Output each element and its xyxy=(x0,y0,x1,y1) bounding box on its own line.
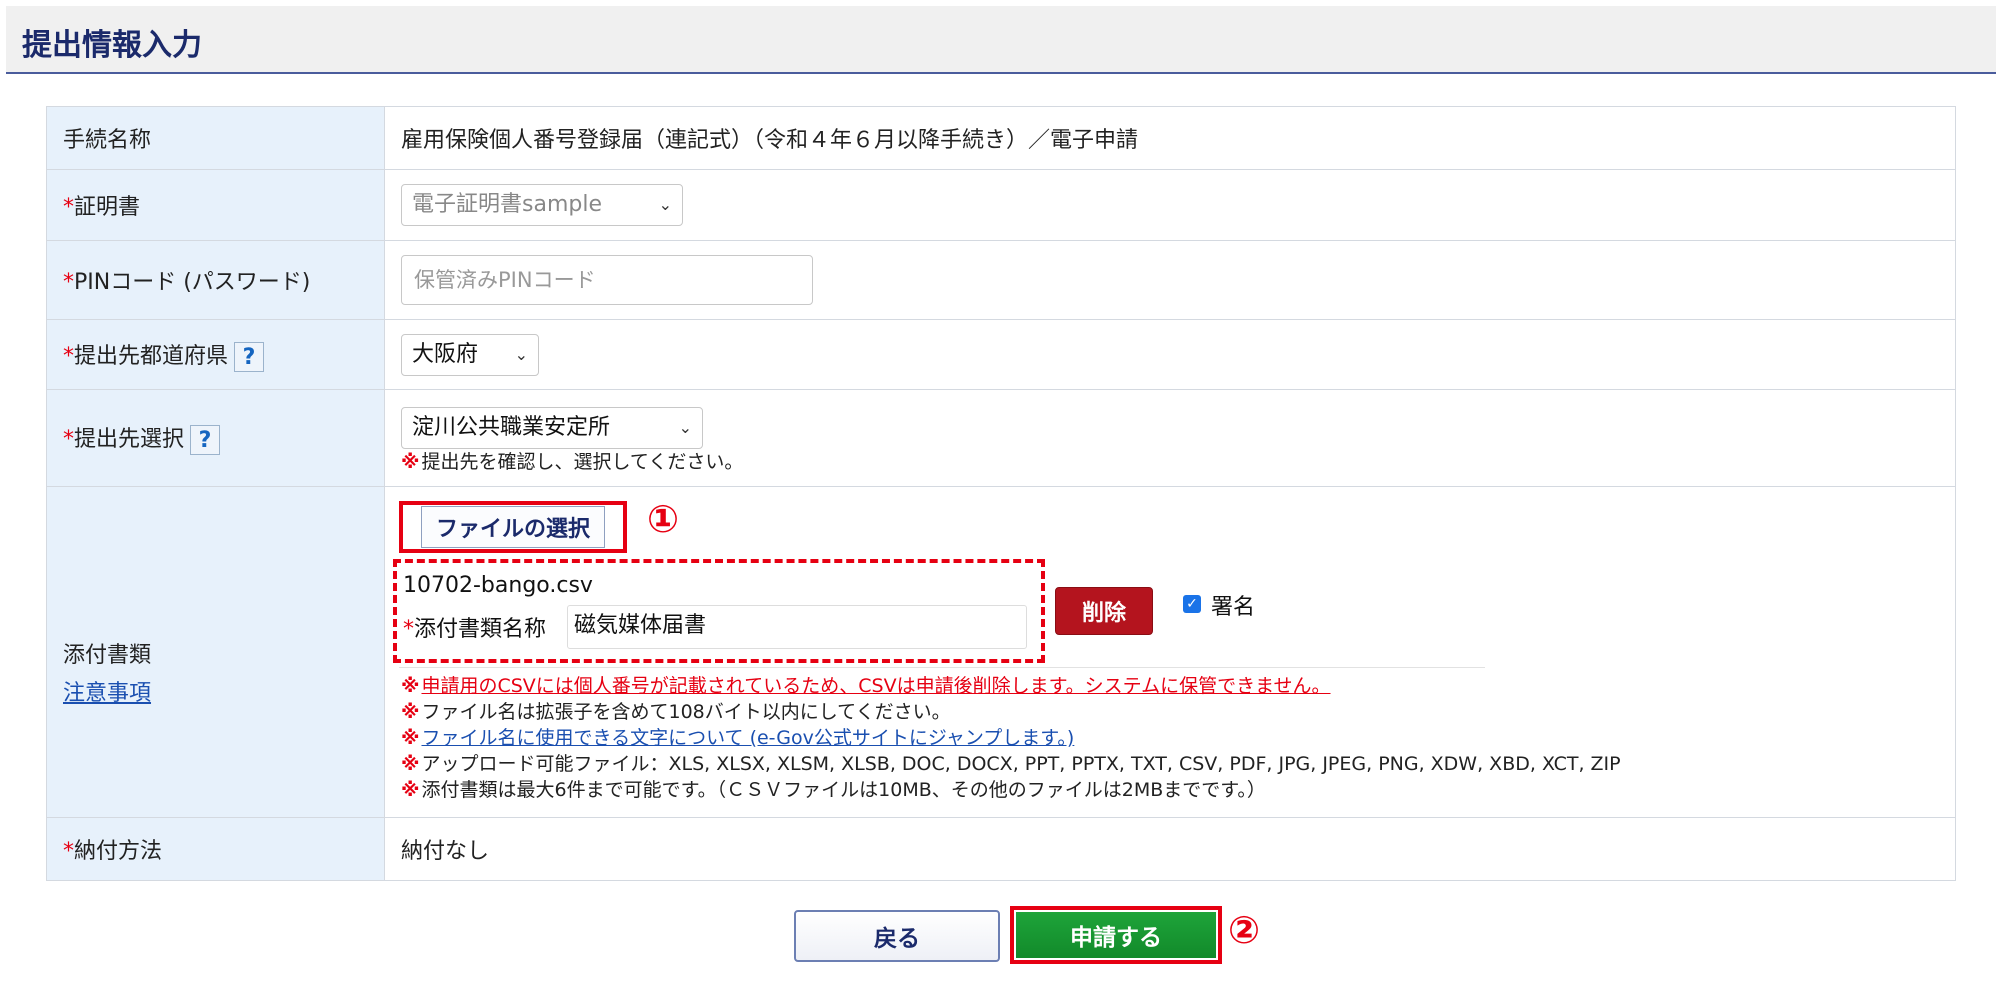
checkbox-checked-icon[interactable]: ✓ xyxy=(1183,595,1201,613)
certificate-select[interactable]: 電子証明書sample ⌄ xyxy=(401,184,683,226)
attachment-label: 添付書類 xyxy=(63,643,152,668)
page-header: 提出情報入力 xyxy=(6,6,1996,74)
procedure-name: 雇用保険個人番号登録届（連記式）（令和４年６月以降手続き）／電子申請 xyxy=(384,106,1956,170)
pin-cell: 保管済みPINコード xyxy=(384,240,1956,320)
certificate-cell: 電子証明書sample ⌄ xyxy=(384,169,1956,241)
label-certificate: *証明書 xyxy=(46,169,385,241)
sign-label: 署名 xyxy=(1211,595,1256,620)
note-file-types: ※ アップロード可能ファイル：XLS, XLSX, XLSM, XLSB, DOC… xyxy=(401,753,1621,775)
note-allowed-chars: ※ ファイル名に使用できる文字について (e-Gov公式サイトにジャンプします。) xyxy=(401,727,1075,749)
doc-name-label: *添付書類名称 xyxy=(403,617,547,642)
caution-link[interactable]: 注意事項 xyxy=(63,681,151,706)
doc-name-input[interactable]: 磁気媒体届書 xyxy=(567,605,1027,649)
office-select[interactable]: 淀川公共職業安定所 ⌄ xyxy=(401,407,703,449)
label-procedure: 手続名称 xyxy=(46,106,385,170)
back-button[interactable]: 戻る xyxy=(794,910,1000,962)
chevron-down-icon: ⌄ xyxy=(678,418,692,437)
apply-button[interactable]: 申請する xyxy=(1016,912,1216,958)
label-prefecture: *提出先都道府県? xyxy=(46,319,385,390)
office-note: ※ 提出先を確認し、選択してください。 xyxy=(401,451,744,473)
chevron-down-icon: ⌄ xyxy=(658,195,672,214)
submission-form: 手続名称 雇用保険個人番号登録届（連記式）（令和４年６月以降手続き）／電子申請 … xyxy=(46,106,1956,881)
step2-marker: ② xyxy=(1228,908,1261,952)
row-procedure: 手続名称 雇用保険個人番号登録届（連記式）（令和４年６月以降手続き）／電子申請 xyxy=(46,106,1956,170)
payment-method: 納付なし xyxy=(384,817,1956,881)
note-csv: ※ 申請用のCSVには個人番号が記載されているため、CSVは申請後削除します。シス… xyxy=(401,675,1331,697)
pin-input[interactable]: 保管済みPINコード xyxy=(401,255,813,305)
attachment-notes: ※ 申請用のCSVには個人番号が記載されているため、CSVは申請後削除します。シス… xyxy=(401,673,1961,803)
row-pin: *PINコード (パスワード) 保管済みPINコード xyxy=(46,240,1956,320)
label-office: *提出先選択? xyxy=(46,389,385,487)
chevron-down-icon: ⌄ xyxy=(514,344,528,364)
divider xyxy=(399,667,1485,668)
note-max-files: ※ 添付書類は最大6件まで可能です。（ＣＳＶファイルは10MB、その他のファイルは… xyxy=(401,779,1266,801)
step1-marker: ① xyxy=(647,497,680,541)
row-prefecture: *提出先都道府県? 大阪府 ⌄ xyxy=(46,319,1956,390)
row-certificate: *証明書 電子証明書sample ⌄ xyxy=(46,169,1956,241)
label-payment: *納付方法 xyxy=(46,817,385,881)
label-attachment: 添付書類 注意事項 xyxy=(46,486,385,818)
apply-button-highlight: 申請する xyxy=(1010,906,1222,964)
attachment-cell: ファイルの選択 ① 10702-bango.csv *添付書類名称 磁気媒体届書… xyxy=(384,486,1956,818)
delete-button[interactable]: 削除 xyxy=(1055,587,1153,635)
prefecture-cell: 大阪府 ⌄ xyxy=(384,319,1956,390)
note-filename-length: ※ ファイル名は拡張子を含めて108バイト以内にしてください。 xyxy=(401,701,951,723)
question-icon[interactable]: ? xyxy=(234,341,265,372)
file-select-button[interactable]: ファイルの選択 xyxy=(399,501,627,553)
row-office: *提出先選択? 淀川公共職業安定所 ⌄ ※ 提出先を確認し、選択してください。 xyxy=(46,389,1956,487)
row-attachment: 添付書類 注意事項 ファイルの選択 ① 10702-bango.csv *添付書… xyxy=(46,486,1956,818)
attached-file-name: 10702-bango.csv xyxy=(403,573,593,598)
row-payment: *納付方法 納付なし xyxy=(46,817,1956,881)
prefecture-select[interactable]: 大阪府 ⌄ xyxy=(401,333,539,376)
page-title: 提出情報入力 xyxy=(22,28,202,63)
office-cell: 淀川公共職業安定所 ⌄ ※ 提出先を確認し、選択してください。 xyxy=(384,389,1956,487)
label-pin: *PINコード (パスワード) xyxy=(46,240,385,320)
question-icon[interactable]: ? xyxy=(190,425,221,455)
